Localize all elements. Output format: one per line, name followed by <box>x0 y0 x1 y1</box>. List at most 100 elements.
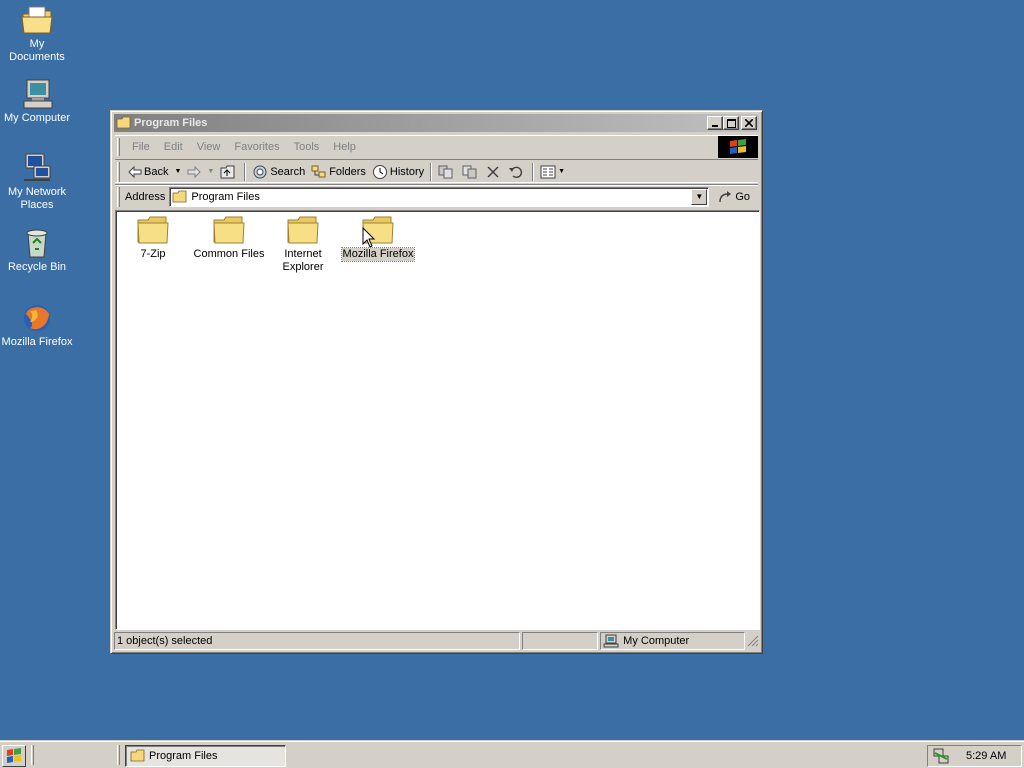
status-bar: 1 object(s) selected My Computer <box>114 631 759 651</box>
back-button[interactable]: Back ▼ <box>125 161 184 183</box>
recycle-bin-icon <box>26 229 48 258</box>
desktop-icon-my-computer[interactable]: My Computer <box>0 78 74 125</box>
status-selection-pane: 1 object(s) selected <box>114 632 520 650</box>
folder-item-internet-explorer[interactable]: Internet Explorer <box>266 215 340 274</box>
delete-icon <box>487 165 499 178</box>
up-folder-button[interactable] <box>217 161 241 183</box>
search-label: Search <box>270 165 306 178</box>
status-empty-pane <box>521 632 599 650</box>
up-folder-icon <box>220 165 235 178</box>
start-button[interactable] <box>2 745 26 767</box>
folder-item-mozilla-firefox[interactable]: Mozilla Firefox <box>340 215 416 262</box>
desktop-icon-firefox[interactable]: Mozilla Firefox <box>0 302 74 349</box>
toolbar-grip[interactable] <box>117 161 120 182</box>
views-icon <box>540 165 556 178</box>
menu-edit[interactable]: Edit <box>157 141 190 153</box>
views-dropdown-icon[interactable]: ▼ <box>558 168 565 175</box>
menu-bar: File Edit View Favorites Tools Help <box>115 135 758 158</box>
history-button[interactable]: History <box>369 161 427 183</box>
views-button[interactable]: ▼ <box>537 161 568 183</box>
desktop-icon-network-places[interactable]: My Network Places <box>0 152 74 212</box>
network-places-icon <box>24 153 51 181</box>
desktop-icon-label: My Computer <box>3 112 71 124</box>
address-dropdown-button[interactable]: ▼ <box>691 188 708 205</box>
delete-button[interactable] <box>483 161 505 183</box>
search-icon <box>253 165 267 178</box>
toolbar-separator <box>430 162 433 181</box>
desktop-icon-label: My Documents <box>9 38 65 63</box>
undo-button[interactable] <box>505 161 529 183</box>
chevron-down-icon: ▼ <box>695 192 704 201</box>
folders-button[interactable]: Folders <box>308 161 369 183</box>
close-button[interactable] <box>741 116 757 130</box>
my-documents-icon <box>21 6 53 34</box>
taskbar-button-label: Program Files <box>149 750 218 762</box>
windows-flag-icon <box>7 748 21 763</box>
copy-to-icon <box>462 165 477 178</box>
system-tray: 5:29 AM <box>927 745 1022 767</box>
minimize-icon <box>712 125 718 127</box>
menu-favorites[interactable]: Favorites <box>227 141 286 153</box>
mouse-pointer-icon <box>362 227 376 248</box>
go-button[interactable]: Go <box>717 190 750 204</box>
move-to-icon <box>438 165 453 178</box>
toolbar-separator <box>532 162 535 181</box>
move-to-button[interactable] <box>435 161 459 183</box>
address-grip[interactable] <box>117 186 120 207</box>
address-bar: Address Program Files ▼ Go <box>115 184 758 208</box>
desktop-icon-my-documents[interactable]: My Documents <box>0 4 74 64</box>
my-computer-icon <box>603 634 619 648</box>
status-zone-pane: My Computer <box>600 632 746 650</box>
menu-view[interactable]: View <box>190 141 228 153</box>
folders-icon <box>311 165 326 177</box>
toolbar-separator <box>244 162 247 181</box>
network-tray-icon[interactable] <box>932 748 950 764</box>
menu-help[interactable]: Help <box>326 141 363 153</box>
folder-icon <box>287 216 319 244</box>
folders-label: Folders <box>329 165 366 178</box>
resize-grip-icon[interactable] <box>747 635 759 647</box>
search-button[interactable]: Search <box>249 161 308 183</box>
menu-file[interactable]: File <box>125 141 157 153</box>
menu-tools[interactable]: Tools <box>287 141 327 153</box>
address-input[interactable]: Program Files ▼ <box>169 186 710 207</box>
window-title: Program Files <box>134 117 208 129</box>
firefox-icon <box>24 305 50 331</box>
quicklaunch-grip[interactable] <box>31 745 34 765</box>
folder-icon <box>130 749 145 762</box>
desktop-icon-label: Mozilla Firefox <box>1 336 73 348</box>
desktop-icon-label: My Network Places <box>7 186 67 211</box>
maximize-button[interactable] <box>723 116 739 130</box>
minimize-button[interactable] <box>707 116 723 130</box>
folder-icon <box>172 190 187 202</box>
taskbar-grip[interactable] <box>117 745 120 765</box>
forward-button[interactable]: ▼ <box>184 161 217 183</box>
back-dropdown-icon[interactable]: ▼ <box>174 168 181 175</box>
taskbar-button-program-files[interactable]: Program Files <box>125 745 286 767</box>
standard-toolbar: Back ▼ ▼ Search Folders History ▼ <box>115 159 758 183</box>
desktop-icon-label: Recycle Bin <box>7 261 67 273</box>
forward-arrow-icon <box>187 165 202 178</box>
title-bar[interactable]: Program Files <box>114 114 759 132</box>
go-label: Go <box>735 190 751 203</box>
back-arrow-icon <box>128 165 142 178</box>
go-arrow-icon <box>719 190 732 202</box>
folder-label: 7-Zip <box>140 248 166 260</box>
back-label: Back <box>144 165 169 178</box>
folder-icon <box>213 216 245 244</box>
desktop-icon-recycle-bin[interactable]: Recycle Bin <box>0 227 74 274</box>
address-label: Address <box>125 190 166 203</box>
my-computer-icon <box>23 79 53 109</box>
copy-to-button[interactable] <box>459 161 483 183</box>
windows-logo <box>718 136 758 158</box>
maximize-icon <box>726 118 736 128</box>
clock[interactable]: 5:29 AM <box>966 750 1006 762</box>
folder-label: Common Files <box>193 248 265 260</box>
folder-item-common-files[interactable]: Common Files <box>192 215 266 261</box>
menu-grip[interactable] <box>117 137 120 156</box>
folder-icon <box>116 116 131 129</box>
forward-dropdown-icon[interactable]: ▼ <box>207 168 214 175</box>
file-list-pane[interactable]: 7-Zip Common Files Internet Explorer Moz… <box>115 210 760 630</box>
taskbar: Program Files 5:29 AM <box>0 740 1024 768</box>
folder-item-7zip[interactable]: 7-Zip <box>116 215 190 261</box>
